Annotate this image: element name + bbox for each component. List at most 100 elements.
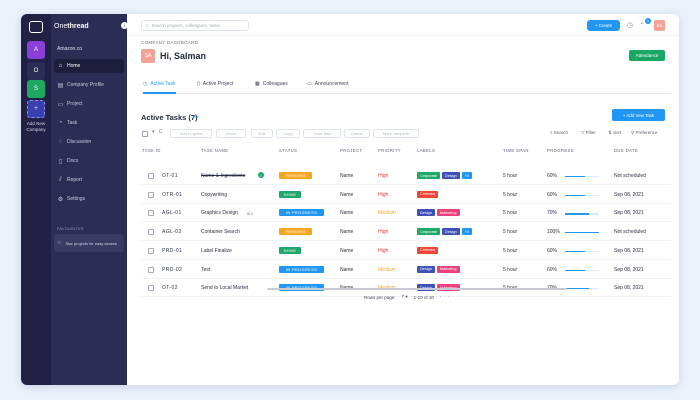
status-badge[interactable]: PENDING [279, 172, 312, 179]
task-name[interactable]: Copywriting [201, 192, 227, 198]
task-name[interactable]: Name & Ingredients [201, 173, 245, 179]
label-tag[interactable]: +2 [461, 172, 473, 179]
search-input[interactable]: ⌕ Search projects, colleagues, tasks [141, 20, 249, 31]
toolbar-sort[interactable]: ⇅ Sort [608, 130, 621, 136]
add-company-label: Add New Company [26, 121, 46, 132]
task-name[interactable]: Container Search [201, 229, 240, 235]
rows-per-page-value: 7 [401, 294, 405, 299]
bell-icon[interactable]: ◔ [639, 21, 643, 28]
toolbar-button-edit[interactable]: Edit [251, 129, 273, 138]
refresh-icon[interactable]: C [159, 129, 163, 135]
task-name[interactable]: Send to Local Market [201, 285, 248, 291]
sidebar-item-company-profile[interactable]: ▤ Company Profile [54, 78, 124, 92]
status-badge[interactable]: IN PROGRESS [279, 209, 324, 217]
label-tag[interactable]: Marketing [436, 265, 460, 273]
column-header-progress[interactable]: PROGRESS [547, 148, 574, 153]
rows-per-page-select[interactable]: 7 ▾ [402, 294, 408, 300]
horizontal-scrollbar[interactable] [267, 288, 567, 290]
tab-label: Active Task [150, 81, 176, 87]
column-header-task-id[interactable]: TASK ID [142, 148, 161, 153]
create-button[interactable]: + Create [587, 20, 620, 31]
table-row[interactable]: PRD-02 Test IN PROGRESS Name Medium Design Mar… [141, 261, 671, 279]
status-badge[interactable]: DONE [279, 246, 301, 254]
row-checkbox[interactable] [148, 229, 154, 236]
column-header-labels[interactable]: LABELS [417, 148, 435, 153]
task-name[interactable]: Label Finalize [201, 248, 232, 254]
column-header-status[interactable]: STATUS [279, 148, 297, 153]
label-tag[interactable]: Marketing [436, 209, 460, 217]
status-badge[interactable]: DONE [279, 190, 301, 198]
chevron-left-icon[interactable]: ‹ [440, 294, 442, 300]
toolbar-button-copy[interactable]: Copy [276, 129, 300, 138]
label-tag[interactable]: Design [417, 265, 435, 273]
toolbar-button-move[interactable]: Move [216, 129, 246, 138]
toolbar-filter[interactable]: ▽ Filter [581, 130, 596, 136]
task-icon: ◔ [58, 120, 63, 126]
avatar[interactable]: SA [654, 20, 665, 31]
column-header-project[interactable]: PROJECT [340, 148, 362, 153]
row-checkbox[interactable] [148, 247, 154, 254]
column-header-priority[interactable]: PRIORITY [378, 148, 401, 153]
add-task-button[interactable]: + Add new Task [612, 109, 665, 121]
table-row[interactable]: OTR-01 Copywriting DONE Name High Calendar 5 h… [141, 186, 671, 204]
row-checkbox[interactable] [148, 266, 154, 273]
label-tag[interactable]: Calendar [417, 246, 439, 254]
row-checkbox[interactable] [148, 191, 154, 198]
sidebar-item-task[interactable]: ◔ Task [54, 116, 124, 130]
company-button-s[interactable]: S [27, 80, 45, 98]
add-company-button[interactable]: + [27, 100, 45, 118]
due-date: Sep 08, 2021 [614, 266, 644, 273]
tab-announcement[interactable]: ▭ Announcement [307, 81, 348, 87]
sidebar-item-home[interactable]: ⌂ Home [54, 59, 124, 73]
label-tag[interactable]: Design [417, 209, 435, 217]
project-name: Name [340, 266, 354, 273]
row-checkbox[interactable] [148, 285, 154, 292]
row-checkbox[interactable] [148, 173, 154, 179]
column-header-task-name[interactable]: TASK NAME [201, 148, 229, 153]
sidebar-item-discussion[interactable]: ◌ Discussion [54, 135, 124, 149]
table-row[interactable]: OT-01 Name & Ingredients ✓ PENDING Name High C… [141, 167, 671, 185]
attendance-button[interactable]: Attendance [629, 50, 665, 61]
favourite-item[interactable]: ☆ Star projects for easy access [54, 234, 124, 252]
toolbar-button-delete[interactable]: Delete [344, 129, 370, 138]
company-button-a[interactable]: A [27, 41, 45, 59]
chevron-down-icon[interactable]: ▾ [152, 129, 155, 135]
toolbar-button-mark-complete[interactable]: Mark complete [373, 129, 419, 138]
table-row[interactable]: AGL-01 Graphics Design ⊞ 2 IN PROGRESS Name M… [141, 204, 671, 223]
select-all-checkbox[interactable] [142, 130, 148, 137]
time-span: 5 hour [503, 247, 518, 254]
tab-colleagues[interactable]: ▦ Colleagues [255, 81, 288, 87]
toolbar-search[interactable]: ⌕ Search [550, 130, 568, 135]
tab-active-project[interactable]: ▯ Active Project [197, 81, 233, 87]
label-tag[interactable]: Corporate [417, 228, 440, 236]
label-tag[interactable]: Corporate [417, 172, 440, 179]
column-header-due-date[interactable]: DUE DATE [614, 148, 638, 153]
clock-icon[interactable]: ◷ [627, 21, 633, 29]
chevron-right-icon[interactable]: › [448, 294, 450, 300]
column-header-time-span[interactable]: TIME SPAN [503, 148, 529, 153]
label-tag[interactable]: Design [441, 228, 460, 236]
status-badge[interactable]: IN PROGRESS [279, 265, 324, 273]
toolbar-preference[interactable]: ⚲ Preference [631, 130, 658, 136]
sidebar-item-project[interactable]: ▭ Project [54, 97, 124, 111]
table-row[interactable]: PRD-01 Label Finalize DONE Name High Calendar… [141, 242, 671, 260]
toolbar-button-add-to-sprint[interactable]: Add to sprint [170, 129, 212, 138]
table-header: TASK ID TASK NAME STATUS PROJECT PRIORITY LAB… [141, 148, 671, 156]
sidebar-item-report[interactable]: ⫽ Report [54, 173, 124, 187]
label-tag[interactable]: Calendar [417, 190, 439, 198]
company-button-o[interactable]: O [27, 62, 45, 80]
sidebar-item-settings[interactable]: ⚙ Settings [54, 192, 124, 206]
priority: High [378, 191, 389, 198]
row-checkbox[interactable] [148, 210, 154, 217]
section-info-link[interactable]: info [193, 115, 199, 119]
tab-active-task[interactable]: ◷ Active Task [143, 81, 176, 94]
sidebar-item-label: Home [67, 63, 81, 69]
toolbar-button-track-time[interactable]: Track time [303, 129, 341, 138]
label-tag[interactable]: +2 [461, 228, 473, 236]
task-name[interactable]: Graphics Design [201, 210, 238, 216]
table-row[interactable]: AGL-02 Container Search PENDING Name High Cor… [141, 223, 671, 242]
task-name[interactable]: Test [201, 267, 210, 273]
sidebar-item-docs[interactable]: ▯ Docs [54, 154, 124, 168]
status-badge[interactable]: PENDING [279, 228, 312, 236]
label-tag[interactable]: Design [441, 172, 460, 179]
